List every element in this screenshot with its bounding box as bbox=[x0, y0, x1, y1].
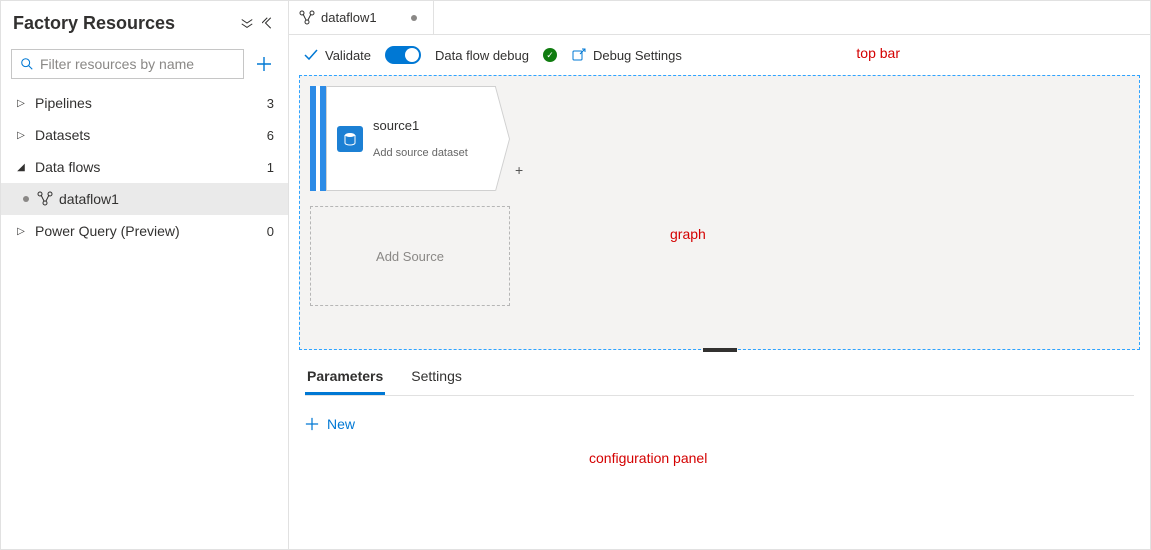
tree-label: Pipelines bbox=[35, 95, 267, 111]
dirty-dot-icon bbox=[23, 196, 29, 202]
toolbar: Validate Data flow debug ✓ Debug Setting… bbox=[289, 35, 1150, 75]
dataflow-icon bbox=[37, 191, 53, 207]
tree-child-dataflow1[interactable]: dataflow1 bbox=[1, 183, 288, 215]
tab-settings[interactable]: Settings bbox=[409, 360, 464, 395]
tree-count: 6 bbox=[267, 128, 274, 143]
dataflow-debug-toggle[interactable] bbox=[385, 46, 421, 64]
graph-canvas[interactable]: source1 Add source dataset + Add Source … bbox=[299, 75, 1140, 350]
tree-count: 1 bbox=[267, 160, 274, 175]
add-step-button[interactable]: + bbox=[515, 162, 523, 178]
search-input[interactable] bbox=[40, 56, 235, 72]
configuration-panel: Parameters Settings New configuration pa… bbox=[289, 350, 1150, 442]
sidebar-header: Factory Resources bbox=[1, 1, 288, 45]
tree-child-label: dataflow1 bbox=[59, 191, 119, 207]
source-name: source1 bbox=[373, 118, 468, 133]
new-parameter-button[interactable]: New bbox=[305, 416, 1134, 432]
tree-label: Datasets bbox=[35, 127, 267, 143]
search-icon bbox=[20, 57, 34, 71]
resource-tree: ▷ Pipelines 3 ▷ Datasets 6 ◢ Data flows … bbox=[1, 87, 288, 247]
settings-launch-icon bbox=[571, 47, 587, 63]
annotation-topbar: top bar bbox=[856, 45, 900, 61]
tab-parameters[interactable]: Parameters bbox=[305, 360, 385, 395]
tree-item-pipelines[interactable]: ▷ Pipelines 3 bbox=[1, 87, 288, 119]
chevron-right-icon: ▷ bbox=[15, 98, 27, 109]
editor-tabstrip: dataflow1 bbox=[289, 1, 1150, 35]
tree-item-datasets[interactable]: ▷ Datasets 6 bbox=[1, 119, 288, 151]
tree-item-dataflows[interactable]: ◢ Data flows 1 bbox=[1, 151, 288, 183]
sidebar-title: Factory Resources bbox=[13, 13, 232, 34]
plus-icon bbox=[305, 417, 319, 431]
dataflow-icon bbox=[299, 10, 315, 26]
collapse-sidebar-icon[interactable] bbox=[262, 16, 276, 30]
add-resource-button[interactable] bbox=[250, 50, 278, 78]
chevron-down-icon: ◢ bbox=[15, 162, 27, 173]
check-icon bbox=[303, 47, 319, 63]
debug-settings-button[interactable]: Debug Settings bbox=[571, 47, 682, 63]
collapse-double-icon[interactable] bbox=[240, 16, 254, 30]
main: dataflow1 Validate Data flow debug ✓ Deb… bbox=[289, 1, 1150, 549]
chevron-right-icon: ▷ bbox=[15, 130, 27, 141]
sidebar: Factory Resources ▷ Pipelines 3 bbox=[1, 1, 289, 549]
search-input-wrapper[interactable] bbox=[11, 49, 244, 79]
add-source-placeholder[interactable]: Add Source bbox=[310, 206, 510, 306]
tab-title: dataflow1 bbox=[321, 10, 377, 25]
source-node[interactable]: source1 Add source dataset bbox=[310, 86, 496, 191]
tree-item-powerquery[interactable]: ▷ Power Query (Preview) 0 bbox=[1, 215, 288, 247]
validate-button[interactable]: Validate bbox=[303, 47, 371, 63]
annotation-graph: graph bbox=[670, 226, 706, 242]
tree-label: Power Query (Preview) bbox=[35, 223, 267, 239]
debug-toggle-label: Data flow debug bbox=[435, 48, 529, 63]
tree-count: 0 bbox=[267, 224, 274, 239]
editor-tab-dataflow1[interactable]: dataflow1 bbox=[289, 1, 434, 34]
annotation-config: configuration panel bbox=[589, 450, 707, 466]
tree-count: 3 bbox=[267, 96, 274, 111]
status-ok-icon: ✓ bbox=[543, 48, 557, 62]
source-node-body[interactable]: source1 Add source dataset bbox=[326, 86, 496, 191]
database-icon bbox=[337, 126, 363, 152]
config-tabstrip: Parameters Settings bbox=[305, 360, 1134, 396]
chevron-right-icon: ▷ bbox=[15, 226, 27, 237]
source-subtitle: Add source dataset bbox=[373, 147, 468, 159]
dirty-dot-icon bbox=[411, 15, 417, 21]
tree-label: Data flows bbox=[35, 159, 267, 175]
